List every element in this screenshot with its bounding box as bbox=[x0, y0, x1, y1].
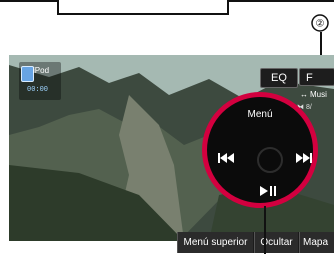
joystick-leader-line bbox=[264, 206, 266, 254]
top-menu-button[interactable]: Menú superior bbox=[177, 232, 253, 253]
swap-arrows-icon: ↔ bbox=[300, 90, 308, 99]
next-track-icon[interactable] bbox=[295, 151, 313, 165]
play-pause-icon[interactable] bbox=[256, 184, 282, 196]
hide-button[interactable]: Ocultar bbox=[254, 232, 298, 253]
callout-number-2: ② bbox=[311, 14, 329, 32]
joystick-menu-label[interactable]: Menú bbox=[207, 109, 313, 120]
source-label: Musi bbox=[310, 90, 327, 99]
device-tile[interactable]: iPod 00:00 bbox=[19, 62, 61, 100]
playback-joystick[interactable]: Menú bbox=[202, 92, 318, 208]
svg-text:②: ② bbox=[316, 19, 325, 30]
joystick-center-button[interactable] bbox=[257, 147, 283, 173]
top-cutout-box bbox=[57, 0, 229, 15]
circled-two-icon: ② bbox=[311, 14, 329, 32]
previous-track-icon[interactable] bbox=[217, 151, 235, 165]
f-button[interactable]: F bbox=[299, 68, 334, 86]
elapsed-time: 00:00 bbox=[27, 86, 49, 94]
eq-button[interactable]: EQ bbox=[260, 68, 298, 88]
source-row[interactable]: ↔ Musi bbox=[300, 90, 327, 101]
map-button[interactable]: Mapa bbox=[299, 232, 334, 253]
device-name: iPod bbox=[33, 66, 50, 75]
